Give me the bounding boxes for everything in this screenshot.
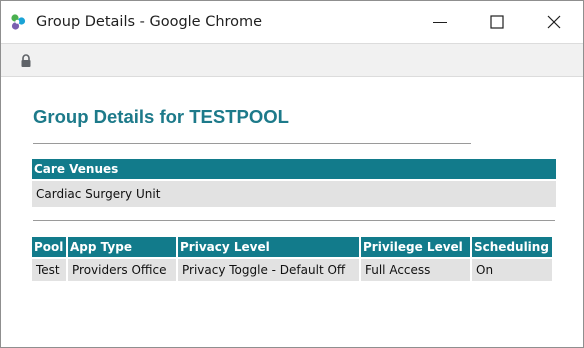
close-button[interactable] bbox=[525, 1, 583, 43]
table-row: Test Providers Office Privacy Toggle - D… bbox=[32, 259, 552, 281]
page-title: Group Details for TESTPOOL bbox=[33, 106, 289, 127]
care-venues-header: Care Venues bbox=[32, 159, 556, 179]
browser-window: Group Details - Google Chrome Group Deta… bbox=[0, 0, 584, 348]
app-type-cell: Providers Office bbox=[68, 259, 176, 281]
table-header-row: Pool App Type Privacy Level Privilege Le… bbox=[32, 237, 552, 257]
column-header-privacy-level: Privacy Level bbox=[178, 237, 359, 257]
window-title: Group Details - Google Chrome bbox=[36, 14, 263, 30]
column-header-pool: Pool bbox=[32, 237, 66, 257]
lock-icon[interactable] bbox=[20, 53, 32, 67]
table-row: Cardiac Surgery Unit bbox=[32, 181, 556, 207]
privacy-level-cell: Privacy Toggle - Default Off bbox=[178, 259, 359, 281]
divider bbox=[33, 220, 555, 221]
scheduling-cell: On bbox=[472, 259, 552, 281]
column-header-app-type: App Type bbox=[68, 237, 176, 257]
chrome-app-icon bbox=[9, 13, 27, 31]
title-bar: Group Details - Google Chrome bbox=[1, 1, 583, 43]
close-icon bbox=[547, 15, 561, 29]
care-venue-cell: Cardiac Surgery Unit bbox=[32, 181, 556, 207]
care-venues-table: Care Venues Cardiac Surgery Unit bbox=[30, 157, 558, 209]
minimize-icon bbox=[433, 22, 447, 23]
pool-cell: Test bbox=[32, 259, 66, 281]
maximize-icon bbox=[490, 15, 504, 29]
page-content: Group Details for TESTPOOL Care Venues C… bbox=[1, 78, 583, 347]
address-bar[interactable] bbox=[1, 43, 583, 77]
column-header-privilege-level: Privilege Level bbox=[361, 237, 470, 257]
maximize-button[interactable] bbox=[468, 1, 526, 43]
privilege-level-cell: Full Access bbox=[361, 259, 470, 281]
divider bbox=[33, 143, 471, 144]
column-header-scheduling: Scheduling bbox=[472, 237, 552, 257]
minimize-button[interactable] bbox=[411, 1, 469, 43]
pool-table: Pool App Type Privacy Level Privilege Le… bbox=[30, 235, 554, 283]
